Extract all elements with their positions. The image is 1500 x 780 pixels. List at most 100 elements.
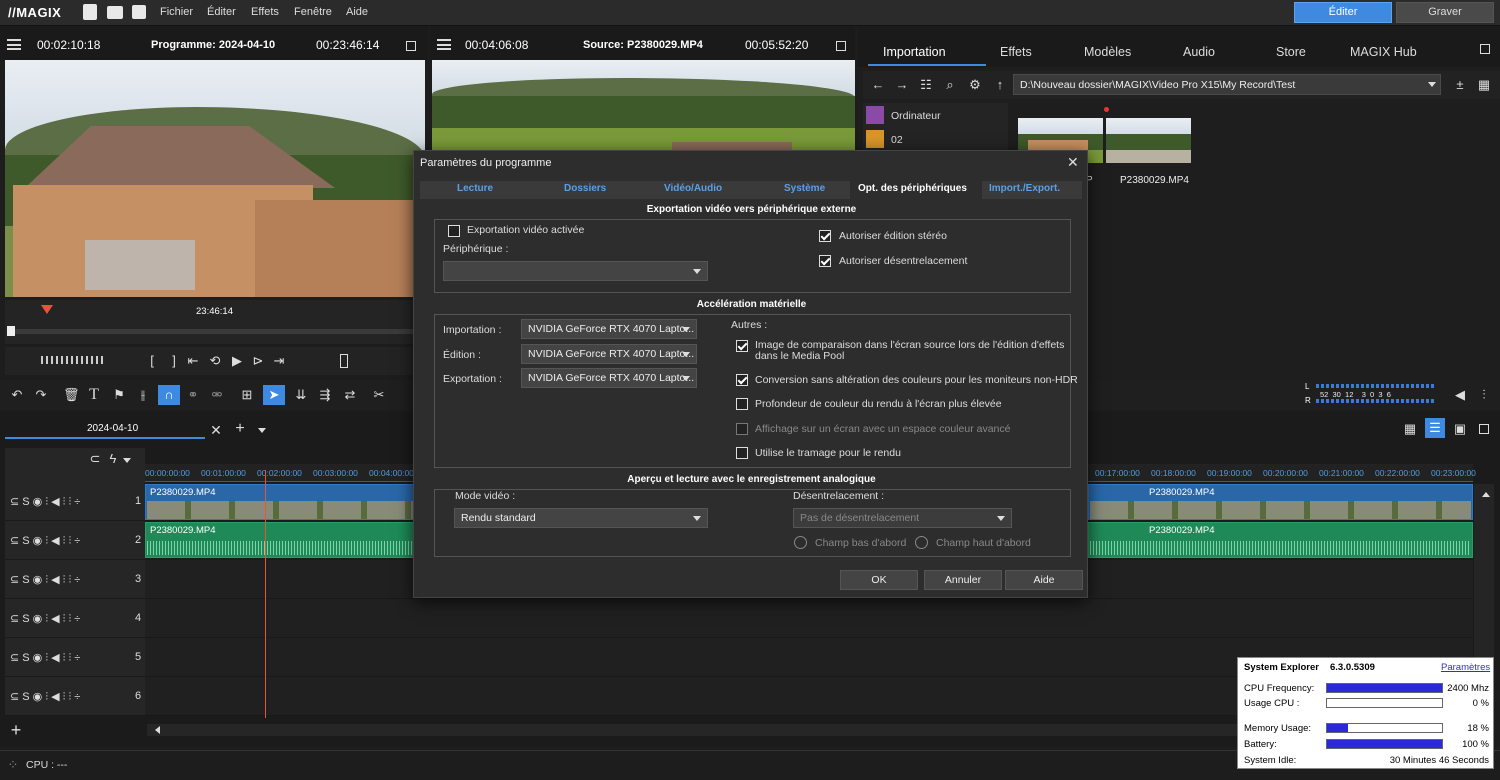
timeline-tab[interactable]: 2024-04-10 [5, 417, 205, 439]
program-progress-track[interactable] [9, 329, 419, 334]
track-controls[interactable]: ⊆ S ◉ ⫶ ◀ ⫶ ⫶ ÷ [10, 495, 80, 509]
add-track-icon[interactable]: + [9, 721, 23, 739]
export-enabled-checkbox[interactable] [448, 225, 460, 237]
stereo-checkbox[interactable] [819, 230, 831, 242]
track-controls[interactable]: ⊆ S ◉ ⫶ ◀ ⫶ ⫶ ÷ [10, 573, 80, 587]
track-controls[interactable]: ⊆ S ◉ ⫶ ◀ ⫶ ⫶ ÷ [10, 612, 80, 626]
title-icon[interactable]: T [87, 387, 101, 403]
burn-mode-button[interactable]: Graver [1396, 2, 1494, 23]
opt-color-depth-checkbox[interactable] [736, 398, 748, 410]
track-header-1[interactable]: ⊆ S ◉ ⫶ ◀ ⫶ ⫶ ÷ 1 [5, 482, 145, 521]
track-header-4[interactable]: ⊆ S ◉ ⫶ ◀ ⫶ ⫶ ÷ 4 [5, 599, 145, 638]
edit-mode-button[interactable]: Éditer [1294, 2, 1392, 23]
track-header-6[interactable]: ⊆ S ◉ ⫶ ◀ ⫶ ⫶ ÷ 6 [5, 677, 145, 716]
cancel-button[interactable]: Annuler [924, 570, 1002, 590]
track-controls[interactable]: ⊆ S ◉ ⫶ ◀ ⫶ ⫶ ÷ [10, 690, 80, 704]
search-icon[interactable]: ⌕ [943, 78, 957, 92]
tree-item-02[interactable]: 02 [891, 134, 903, 146]
opt-advanced-colorspace-checkbox[interactable] [736, 423, 748, 435]
playhead-marker[interactable] [41, 305, 53, 320]
track-header-3[interactable]: ⊆ S ◉ ⫶ ◀ ⫶ ⫶ ÷ 3 [5, 560, 145, 599]
up-folder-icon[interactable]: ↑ [993, 78, 1007, 92]
storyboard-view-icon[interactable]: ▦ [1403, 422, 1417, 436]
split-icon[interactable]: ⫲ [136, 388, 150, 402]
tab-system[interactable]: Système [784, 183, 825, 194]
insert-mode-icon[interactable]: ⊞ [240, 388, 254, 402]
progress-handle[interactable] [7, 326, 15, 336]
add-tab-icon[interactable]: + [233, 421, 247, 437]
save-icon[interactable] [132, 5, 146, 19]
export-gpu-select[interactable]: NVIDIA GeForce RTX 4070 Lapto... [521, 368, 697, 388]
tree-view-icon[interactable]: ☷ [919, 78, 933, 92]
open-folder-icon[interactable] [107, 6, 123, 19]
track-header-5[interactable]: ⊆ S ◉ ⫶ ◀ ⫶ ⫶ ÷ 5 [5, 638, 145, 677]
next-marker-icon[interactable]: ⇥ [272, 354, 286, 368]
play-icon[interactable]: ▶ [230, 354, 244, 368]
jog-wheel[interactable] [41, 356, 103, 364]
track-controls[interactable]: ⊆ S ◉ ⫶ ◀ ⫶ ⫶ ÷ [10, 534, 80, 548]
next-frame-icon[interactable]: ⊳ [251, 354, 265, 368]
tab-folders[interactable]: Dossiers [564, 183, 606, 194]
tab-audio[interactable]: Audio [1183, 45, 1215, 59]
tab-video-audio[interactable]: Vidéo/Audio [664, 183, 722, 194]
video-clip[interactable]: P2380029.MP4 [145, 484, 415, 520]
mark-out-icon[interactable]: ] [167, 354, 181, 368]
tab-import[interactable]: Importation [883, 45, 946, 59]
link-icon[interactable]: ⚭ [186, 388, 200, 402]
tab-import-export[interactable]: Import./Export. [989, 183, 1060, 194]
field-low-radio[interactable] [794, 536, 807, 549]
close-tab-icon[interactable]: ✕ [209, 423, 223, 437]
fullscreen-icon[interactable] [340, 354, 348, 368]
flash-icon[interactable]: ϟ [106, 452, 120, 466]
deinterlace-mode-select[interactable]: Pas de désentrelacement [793, 508, 1012, 528]
audio-clip[interactable]: P2380029.MP4 [1088, 522, 1473, 558]
maximize-icon[interactable] [836, 41, 846, 51]
mark-in-icon[interactable]: [ [145, 354, 159, 368]
tab-effects[interactable]: Effets [1000, 45, 1032, 59]
menu-help[interactable]: Aide [346, 6, 368, 18]
magnet-snap-button[interactable]: ∩ [158, 385, 180, 405]
gear-icon[interactable]: ⚙ [968, 78, 982, 92]
audio-clip[interactable]: P2380029.MP4 [145, 522, 415, 558]
ripple-icon[interactable]: ⇊ [294, 388, 308, 402]
path-dropdown-icon[interactable] [1428, 82, 1436, 91]
scene-view-icon[interactable]: ▣ [1453, 422, 1467, 436]
playhead-line[interactable] [265, 470, 266, 718]
maximize-icon[interactable] [1480, 44, 1490, 54]
tab-templates[interactable]: Modèles [1084, 45, 1131, 59]
tab-dropdown-icon[interactable] [258, 428, 266, 437]
menu-edit[interactable]: Éditer [207, 6, 236, 18]
program-scrub-bar[interactable]: 23:46:14 [5, 300, 425, 344]
tab-playback[interactable]: Lecture [457, 183, 493, 194]
ripple-all-icon[interactable]: ⇶ [318, 388, 332, 402]
menu-effects[interactable]: Effets [251, 6, 279, 18]
redo-icon[interactable]: ↷ [34, 388, 48, 402]
prev-marker-icon[interactable]: ⇤ [186, 354, 200, 368]
help-button[interactable]: Aide [1005, 570, 1083, 590]
mixer-icon[interactable]: ⫶ [1477, 388, 1491, 402]
volume-icon[interactable]: ◀ [1453, 388, 1467, 402]
media-thumbnail-2[interactable] [1106, 118, 1191, 163]
marker-icon[interactable]: ⚑ [112, 388, 126, 402]
cut-icon[interactable]: ✂ [372, 388, 386, 402]
opt-dithering-checkbox[interactable] [736, 447, 748, 459]
device-select[interactable] [443, 261, 708, 281]
sort-icon[interactable]: ± [1453, 78, 1467, 92]
move-icon[interactable]: ⇄ [343, 388, 357, 402]
maximize-icon[interactable] [1479, 424, 1489, 434]
tab-device-options[interactable]: Opt. des périphériques [850, 181, 982, 199]
horizontal-scrollbar[interactable] [147, 724, 1237, 736]
close-icon[interactable]: ✕ [1067, 154, 1079, 171]
timeline-view-button[interactable]: ☰ [1425, 418, 1445, 438]
delete-icon[interactable]: 🗑 [63, 388, 80, 402]
edit-gpu-select[interactable]: NVIDIA GeForce RTX 4070 Lapto... [521, 344, 697, 364]
forward-icon[interactable]: → [895, 78, 909, 92]
menu-window[interactable]: Fenêtre [294, 6, 332, 18]
loop-icon[interactable]: ⟲ [208, 354, 222, 368]
video-mode-select[interactable]: Rendu standard [454, 508, 708, 528]
menu-icon[interactable] [437, 39, 451, 50]
tab-store[interactable]: Store [1276, 45, 1306, 59]
track-menu-icon[interactable] [123, 458, 131, 467]
import-gpu-select[interactable]: NVIDIA GeForce RTX 4070 Lapto... [521, 319, 697, 339]
back-icon[interactable]: ← [871, 78, 885, 92]
